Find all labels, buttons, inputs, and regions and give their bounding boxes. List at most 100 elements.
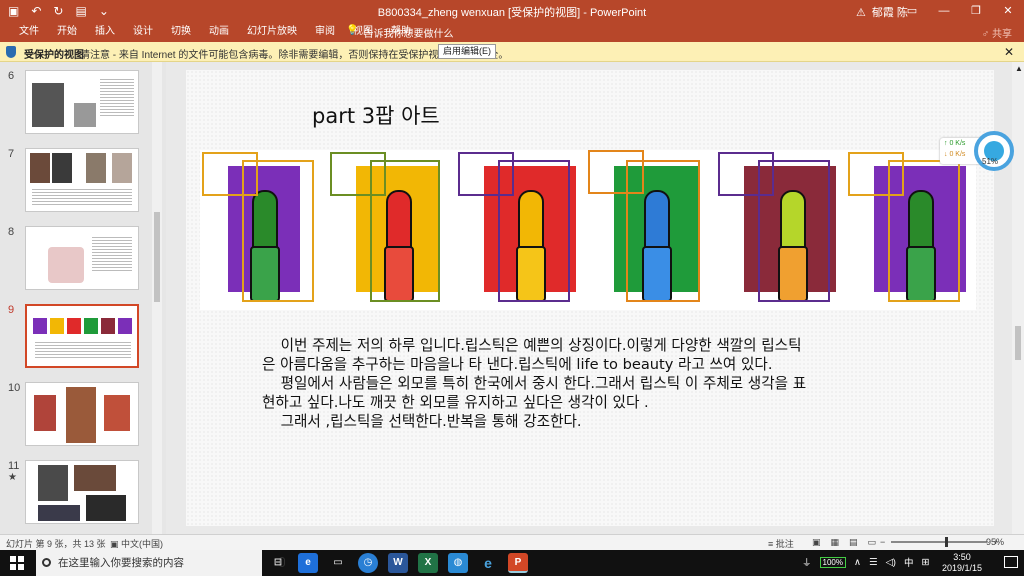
tab-slideshow[interactable]: 幻灯片放映 [238, 25, 306, 39]
animation-star-icon: ★ [8, 472, 17, 483]
lipstick-panel [456, 150, 584, 310]
thumbnail-image[interactable] [25, 148, 139, 212]
excel-icon[interactable]: X [418, 553, 438, 573]
network-app-icon[interactable]: ◍ [448, 553, 468, 573]
notes-button[interactable]: ≡ 批注 [768, 537, 794, 550]
title-bar: ▣ ↶ ↻ ▤ ⌄ B800334_zheng wenxuan [受保护的视图]… [0, 0, 1024, 22]
thumbnail-image[interactable] [25, 226, 139, 290]
thumbnail-number: 7 [8, 148, 15, 160]
windows-start-icon[interactable] [10, 556, 24, 570]
zoom-knob[interactable] [945, 537, 949, 547]
volume-icon[interactable]: ◁) [885, 557, 895, 568]
protected-view-bar: 受保护的视图 请注意 - 来自 Internet 的文件可能包含病毒。除非需要编… [0, 42, 1024, 62]
word-icon[interactable]: W [388, 553, 408, 573]
ribbon-display-icon[interactable]: ▭ [896, 0, 928, 22]
reading-view-icon[interactable]: ▤ [849, 537, 858, 548]
thumbnail-image[interactable] [25, 70, 139, 134]
slide-sorter-icon[interactable]: ▦ [831, 537, 840, 548]
minimize-icon[interactable]: — [928, 0, 960, 22]
tell-me-box[interactable]: 💡 告诉我你想要做什么 [346, 25, 453, 40]
slide-canvas: part 3팝 아트 이번 주제는 저의 하루 입니다.립스틱은 예쁜의 상징이… [166, 62, 1012, 534]
thumbnail-number: 6 [8, 70, 15, 82]
slideshow-icon[interactable]: ▭ [868, 537, 877, 548]
lipstick-panel [584, 150, 714, 310]
tab-animations[interactable]: 动画 [200, 25, 238, 39]
canvas-scrollbar[interactable]: ▲ [1012, 62, 1024, 534]
slide-thumbnail-pane: 6 7 8 9 10 11 ★ [0, 62, 162, 534]
maximize-icon[interactable]: ❐ [960, 0, 992, 22]
thumbnail-number: 9 [8, 304, 15, 316]
clock-app-icon[interactable]: ◷ [358, 553, 378, 573]
scroll-thumb[interactable] [154, 212, 160, 302]
widget-percent: 51% [982, 157, 999, 166]
task-view-icon[interactable]: ⊟ [268, 553, 288, 573]
lipstick-panel [714, 150, 844, 310]
language-indicator[interactable]: ▣ 中文(中国) [110, 537, 163, 550]
scroll-thumb[interactable] [1015, 326, 1021, 360]
power-plug-icon[interactable]: ⏚ [802, 555, 812, 569]
language-label: 中文(中国) [121, 539, 164, 549]
thumbnail-number: 10 [8, 382, 21, 394]
taskbar-apps: ⊟ e ▭ ◷ W X ◍ e P [268, 553, 528, 573]
slide-title[interactable]: part 3팝 아트 [312, 100, 440, 130]
window-controls: ▭ — ❐ ✕ [896, 0, 1024, 22]
view-buttons: ▣ ▦ ▤ ▭ [812, 537, 876, 548]
powerpoint-icon[interactable]: P [508, 553, 528, 573]
clock-time: 3:50 [953, 552, 971, 562]
tab-review[interactable]: 审阅 [306, 25, 344, 39]
thumbnail-scrollbar[interactable] [152, 62, 162, 534]
thumbnail-image[interactable] [25, 382, 139, 446]
clock-date: 2019/1/15 [942, 563, 983, 573]
ie-icon[interactable]: e [478, 553, 498, 573]
scroll-up-icon[interactable]: ▲ [1015, 64, 1023, 73]
battery-indicator[interactable]: 100% [819, 556, 846, 568]
tab-home[interactable]: 开始 [48, 25, 86, 39]
share-button[interactable]: ♂ 共享 [982, 25, 1012, 40]
lipstick-image-strip[interactable] [200, 150, 976, 310]
status-bar: 幻灯片 第 9 张，共 13 张 ▣ 中文(中国) ≡ 批注 ▣ ▦ ▤ ▭ −… [0, 534, 1024, 550]
proofing-icon: ▣ [110, 539, 122, 549]
warning-icon: ⚠ [856, 6, 866, 19]
notifications-icon[interactable] [1004, 556, 1018, 568]
show-hidden-icon[interactable]: ∧ [854, 557, 861, 568]
ime-indicator[interactable]: 中 [904, 555, 914, 569]
zoom-level[interactable]: 95% [986, 537, 1004, 547]
close-bar-icon[interactable]: ✕ [1004, 45, 1014, 59]
zoom-out-icon[interactable]: − [880, 537, 885, 547]
thumbnail-image[interactable] [25, 304, 139, 368]
notes-icon: ≡ [768, 539, 776, 549]
widget-ring[interactable]: 51% [974, 131, 1014, 171]
slide-counter: 幻灯片 第 9 张，共 13 张 [6, 539, 106, 549]
input-method-icon[interactable]: ⊞ [921, 557, 929, 568]
enable-editing-button[interactable]: 启用编辑(E) [438, 44, 496, 59]
folder-icon[interactable]: ▭ [328, 553, 348, 573]
tab-file[interactable]: 文件 [10, 25, 48, 39]
lightbulb-icon: 💡 [346, 25, 359, 36]
thumbnail-number: 11 [8, 460, 20, 472]
zoom-slider[interactable]: − + [880, 537, 999, 547]
close-icon[interactable]: ✕ [992, 0, 1024, 22]
thumbnail-number: 8 [8, 226, 15, 238]
shield-icon [6, 46, 16, 58]
protected-view-title: 受保护的视图 [24, 50, 84, 61]
tab-insert[interactable]: 插入 [86, 25, 124, 39]
lipstick-panel [200, 150, 328, 310]
search-icon [42, 558, 51, 567]
network-icon[interactable]: ☰ [869, 557, 878, 568]
thumbnail-image[interactable] [25, 460, 139, 524]
slide[interactable]: part 3팝 아트 이번 주제는 저의 하루 입니다.립스틱은 예쁜의 상징이… [186, 70, 994, 526]
windows-taskbar: 在这里输入你要搜索的内容 ⊟ e ▭ ◷ W X ◍ e P ⏚ 100% ∧ … [0, 550, 1024, 576]
slide-body-text[interactable]: 이번 주제는 저의 하루 입니다.립스틱은 예쁜의 상징이다.이렇게 다양한 색… [262, 336, 932, 431]
normal-view-icon[interactable]: ▣ [812, 537, 821, 548]
tab-transitions[interactable]: 切换 [162, 25, 200, 39]
zoom-track[interactable] [891, 537, 988, 547]
system-tray: ⏚ 100% ∧ ☰ ◁) 中 ⊞ [802, 555, 929, 569]
notes-label: 批注 [775, 539, 794, 549]
taskbar-clock[interactable]: 3:50 2019/1/15 [942, 552, 982, 574]
ribbon: 文件 开始 插入 设计 切换 动画 幻灯片放映 审阅 视图 帮助 💡 告诉我你想… [0, 22, 1024, 42]
edge-icon[interactable]: e [298, 553, 318, 573]
lipstick-panel [844, 150, 976, 310]
tab-design[interactable]: 设计 [124, 25, 162, 39]
tell-me-label: 告诉我你想要做什么 [363, 29, 454, 40]
taskbar-search-box[interactable]: 在这里输入你要搜索的内容 [36, 550, 285, 576]
